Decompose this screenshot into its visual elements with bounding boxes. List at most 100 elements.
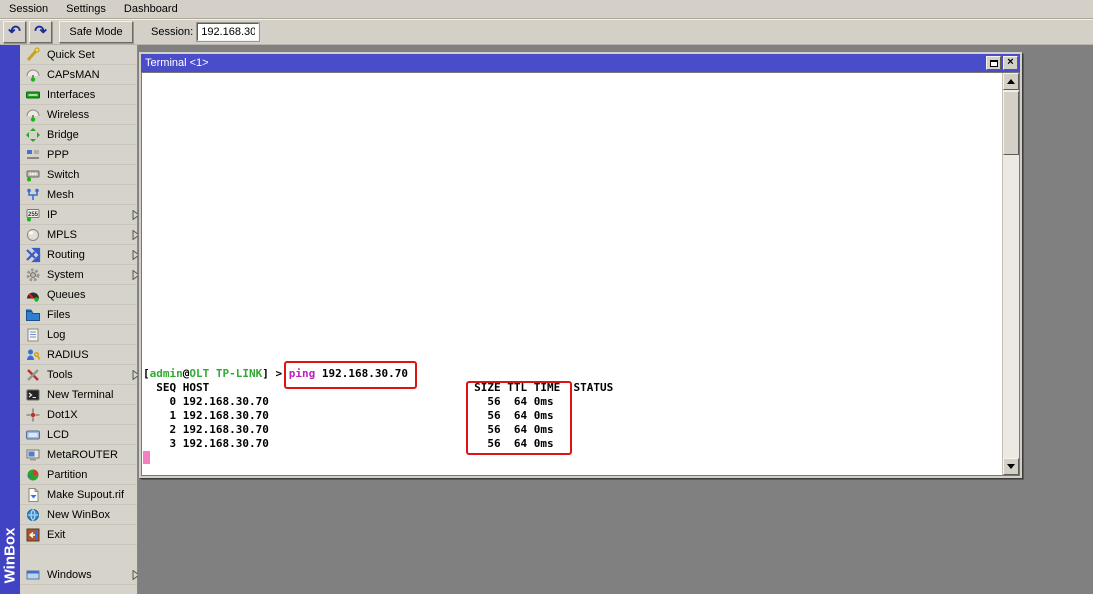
terminal-title: Terminal <1>	[145, 57, 986, 69]
bridge-icon	[25, 127, 41, 143]
sidebar-item-label: Wireless	[47, 109, 89, 121]
mesh-icon	[25, 187, 41, 203]
exit-icon	[25, 527, 41, 543]
sidebar-item-label: PPP	[47, 149, 69, 161]
sidebar-item-make-supout-rif[interactable]: Make Supout.rif	[20, 485, 137, 505]
sidebar-item-queues[interactable]: Queues	[20, 285, 137, 305]
sidebar-item-new-winbox[interactable]: New WinBox	[20, 505, 137, 525]
sidebar-item-label: Tools	[47, 369, 73, 381]
menu-dashboard[interactable]: Dashboard	[115, 1, 187, 18]
maximize-button[interactable]	[986, 56, 1001, 70]
sidebar-item-partition[interactable]: Partition	[20, 465, 137, 485]
windows-icon	[25, 567, 41, 583]
sidebar-item-label: Routing	[47, 249, 85, 261]
sidebar-menu: Quick Set CAPsMAN Interfaces Wireless Bridge…	[20, 45, 137, 594]
scrollbar-down-button[interactable]	[1003, 458, 1019, 475]
menubar: SessionSettingsDashboard	[0, 0, 1093, 19]
new-winbox-icon	[25, 507, 41, 523]
sidebar-item-exit[interactable]: Exit	[20, 525, 137, 545]
sidebar-item-windows[interactable]: Windows	[20, 565, 137, 585]
safe-mode-button[interactable]: Safe Mode	[59, 21, 133, 43]
sidebar-item-bridge[interactable]: Bridge	[20, 125, 137, 145]
sidebar-item-label: New WinBox	[47, 509, 110, 521]
svg-text:255: 255	[28, 212, 39, 218]
ip-icon: 255	[25, 207, 41, 223]
winbox-brand-vertical: WinBox	[0, 526, 20, 588]
sidebar-item-mesh[interactable]: Mesh	[20, 185, 137, 205]
sidebar-item-label: Make Supout.rif	[47, 489, 124, 501]
sidebar-item-tools[interactable]: Tools	[20, 365, 137, 385]
sidebar-item-label: Queues	[47, 289, 86, 301]
sidebar-item-label: RADIUS	[47, 349, 89, 361]
sidebar-item-files[interactable]: Files	[20, 305, 137, 325]
sidebar-item-routing[interactable]: Routing	[20, 245, 137, 265]
sidebar-item-label: Partition	[47, 469, 87, 481]
switch-icon	[25, 167, 41, 183]
log-icon	[25, 327, 41, 343]
sidebar-item-label: New Terminal	[47, 389, 113, 401]
menu-settings[interactable]: Settings	[57, 1, 115, 18]
undo-button[interactable]: ↶	[3, 21, 26, 43]
sidebar-item-label: IP	[47, 209, 57, 221]
sidebar-item-radius[interactable]: RADIUS	[20, 345, 137, 365]
scroll-up-icon	[1007, 79, 1015, 84]
maximize-icon	[990, 60, 998, 67]
capsman-icon	[25, 67, 41, 83]
radius-icon	[25, 347, 41, 363]
system-icon	[25, 267, 41, 283]
sidebar-item-ip[interactable]: 255 IP	[20, 205, 137, 225]
wireless-icon	[25, 107, 41, 123]
sidebar-item-label: Files	[47, 309, 70, 321]
undo-icon: ↶	[8, 24, 21, 39]
tools-icon	[25, 367, 41, 383]
close-icon: ×	[1007, 57, 1013, 68]
close-button[interactable]: ×	[1003, 56, 1018, 70]
sidebar-item-metarouter[interactable]: MetaROUTER	[20, 445, 137, 465]
sidebar-item-label: CAPsMAN	[47, 69, 100, 81]
winbox-app: SessionSettingsDashboard ↶ ↷ Safe Mode S…	[0, 0, 1093, 594]
sidebar: WinBox Quick Set CAPsMAN Interfaces Wireles…	[0, 45, 138, 594]
sidebar-item-interfaces[interactable]: Interfaces	[20, 85, 137, 105]
files-icon	[25, 307, 41, 323]
terminal-cursor	[143, 451, 150, 464]
sidebar-item-label: MetaROUTER	[47, 449, 118, 461]
sidebar-item-mpls[interactable]: MPLS	[20, 225, 137, 245]
sidebar-item-wireless[interactable]: Wireless	[20, 105, 137, 125]
terminal-scrollbar[interactable]	[1002, 73, 1019, 475]
make-supout-icon	[25, 487, 41, 503]
scroll-down-icon	[1007, 464, 1015, 469]
sidebar-item-lcd[interactable]: LCD	[20, 425, 137, 445]
session-label: Session:	[151, 26, 193, 38]
sidebar-item-quick-set[interactable]: Quick Set	[20, 45, 137, 65]
queues-icon	[25, 287, 41, 303]
sidebar-item-system[interactable]: System	[20, 265, 137, 285]
quick-set-icon	[25, 47, 41, 63]
sidebar-item-label: Switch	[47, 169, 79, 181]
sidebar-item-capsman[interactable]: CAPsMAN	[20, 65, 137, 85]
terminal-content[interactable]: [admin@OLT TP-LINK] > ping 192.168.30.70…	[141, 72, 1020, 476]
sidebar-blue-strip: WinBox	[0, 45, 20, 594]
sidebar-separator-gap	[20, 545, 137, 565]
sidebar-item-label: LCD	[47, 429, 69, 441]
scrollbar-thumb[interactable]	[1003, 91, 1019, 155]
terminal-titlebar[interactable]: Terminal <1> ×	[141, 54, 1020, 72]
menu-session[interactable]: Session	[0, 1, 57, 18]
lcd-icon	[25, 427, 41, 443]
sidebar-item-ppp[interactable]: PPP	[20, 145, 137, 165]
session-input[interactable]	[197, 23, 259, 41]
sidebar-item-label: Exit	[47, 529, 65, 541]
mpls-icon	[25, 227, 41, 243]
scrollbar-up-button[interactable]	[1003, 73, 1019, 90]
partition-icon	[25, 467, 41, 483]
interfaces-icon	[25, 87, 41, 103]
sidebar-item-new-terminal[interactable]: New Terminal	[20, 385, 137, 405]
redo-button[interactable]: ↷	[29, 21, 52, 43]
sidebar-item-dot1x[interactable]: Dot1X	[20, 405, 137, 425]
sidebar-item-switch[interactable]: Switch	[20, 165, 137, 185]
dot1x-icon	[25, 407, 41, 423]
sidebar-item-label: Mesh	[47, 189, 74, 201]
new-terminal-icon	[25, 387, 41, 403]
routing-icon	[25, 247, 41, 263]
sidebar-item-log[interactable]: Log	[20, 325, 137, 345]
ppp-icon	[25, 147, 41, 163]
